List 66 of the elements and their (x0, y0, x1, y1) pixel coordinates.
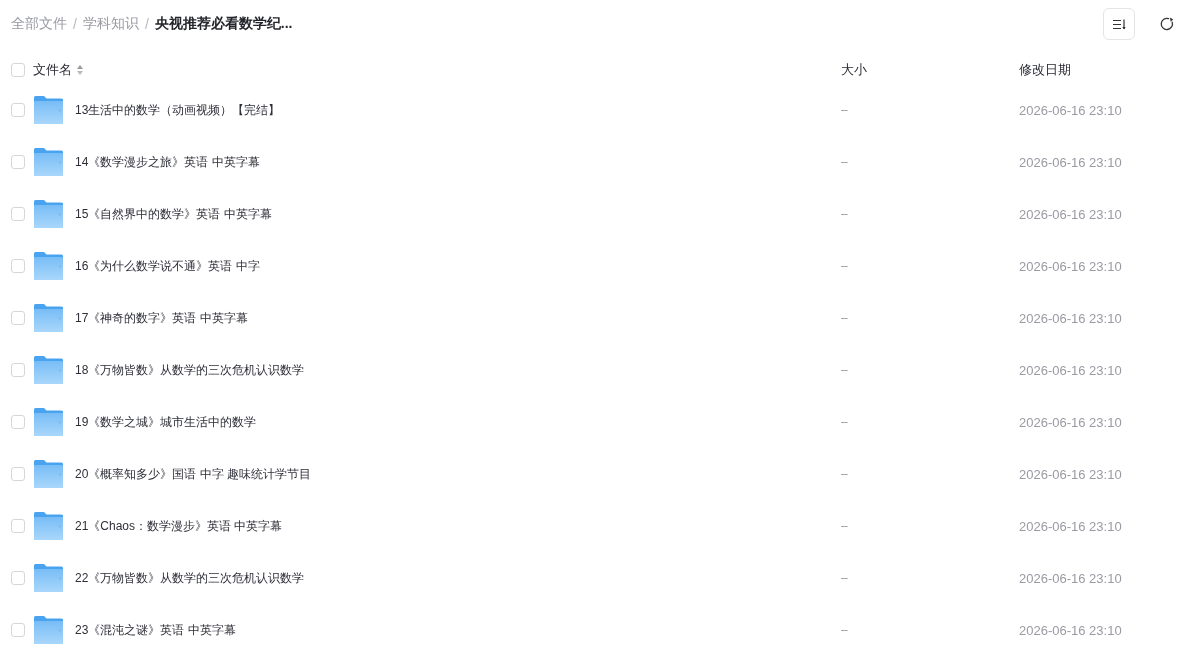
folder-name[interactable]: 19《数学之城》城市生活中的数学 (75, 413, 257, 431)
folder-icon (34, 96, 63, 124)
row-checkbox[interactable] (11, 415, 25, 429)
file-size: – (841, 571, 848, 585)
row-checkbox[interactable] (11, 103, 25, 117)
row-checkbox[interactable] (11, 571, 25, 585)
modified-date: 2026-06-16 23:10 (1019, 102, 1122, 118)
row-checkbox[interactable] (11, 363, 25, 377)
modified-date: 2026-06-16 23:10 (1019, 154, 1122, 170)
folder-icon (34, 200, 63, 228)
modified-date: 2026-06-16 23:10 (1019, 570, 1122, 586)
breadcrumb-separator: / (144, 16, 149, 32)
modified-date: 2026-06-16 23:10 (1019, 466, 1122, 482)
sort-icon (1112, 18, 1126, 30)
row-checkbox[interactable] (11, 623, 25, 637)
breadcrumb-separator: / (73, 16, 77, 32)
folder-name[interactable]: 23《混沌之谜》英语 中英字幕 (75, 621, 236, 639)
file-size: – (841, 467, 848, 481)
file-size: – (841, 207, 848, 221)
folder-icon (34, 616, 63, 644)
folder-name[interactable]: 18《万物皆数》从数学的三次危机认识数学 (75, 361, 305, 379)
file-size: – (841, 415, 848, 429)
file-size: – (841, 363, 848, 377)
folder-name[interactable]: 13生活中的数学（动画视频）【完结】 (75, 101, 281, 119)
modified-date: 2026-06-16 23:10 (1019, 362, 1122, 378)
folder-icon (34, 148, 63, 176)
row-checkbox[interactable] (11, 467, 25, 481)
folder-name[interactable]: 22《万物皆数》从数学的三次危机认识数学 (75, 569, 305, 587)
folder-name[interactable]: 20《概率知多少》国语 中字 趣味统计学节目 (75, 465, 311, 483)
row-checkbox[interactable] (11, 155, 25, 169)
folder-icon (34, 408, 63, 436)
row-checkbox[interactable] (11, 519, 25, 533)
modified-date: 2026-06-16 23:10 (1019, 414, 1122, 430)
file-size: – (841, 103, 848, 117)
file-size: – (841, 519, 848, 533)
row-checkbox[interactable] (11, 311, 25, 325)
column-header: 大小 (841, 61, 867, 79)
file-size: – (841, 155, 848, 169)
folder-name[interactable]: 21《Chaos：数学漫步》英语 中英字幕 (75, 517, 283, 535)
file-size: – (841, 259, 848, 273)
folder-icon (34, 356, 63, 384)
folder-name[interactable]: 14《数学漫步之旅》英语 中英字幕 (75, 153, 260, 171)
folder-icon (34, 304, 63, 332)
file-size: – (841, 311, 848, 325)
select-all-checkbox[interactable] (11, 63, 25, 77)
column-header: 修改日期 (1019, 61, 1071, 79)
modified-date: 2026-06-16 23:10 (1019, 518, 1122, 534)
breadcrumb-item[interactable]: 央视推荐必看数学纪... (154, 15, 293, 33)
row-checkbox[interactable] (11, 259, 25, 273)
sort-arrows-icon[interactable] (77, 65, 83, 75)
modified-date: 2026-06-16 23:10 (1019, 622, 1122, 638)
folder-icon (34, 512, 63, 540)
folder-icon (34, 252, 63, 280)
modified-date: 2026-06-16 23:10 (1019, 206, 1122, 222)
folder-icon (34, 460, 63, 488)
folder-name[interactable]: 17《神奇的数字》英语 中英字幕 (75, 309, 248, 327)
column-header[interactable]: 文件名 (33, 61, 83, 79)
file-size: – (841, 623, 848, 637)
sort-button[interactable] (1103, 8, 1135, 40)
row-checkbox[interactable] (11, 207, 25, 221)
refresh-icon (1160, 17, 1174, 31)
folder-name[interactable]: 15《自然界中的数学》英语 中英字幕 (75, 205, 272, 223)
folder-name[interactable]: 16《为什么数学说不通》英语 中字 (75, 257, 260, 275)
modified-date: 2026-06-16 23:10 (1019, 258, 1122, 274)
modified-date: 2026-06-16 23:10 (1019, 310, 1122, 326)
folder-icon (34, 564, 63, 592)
